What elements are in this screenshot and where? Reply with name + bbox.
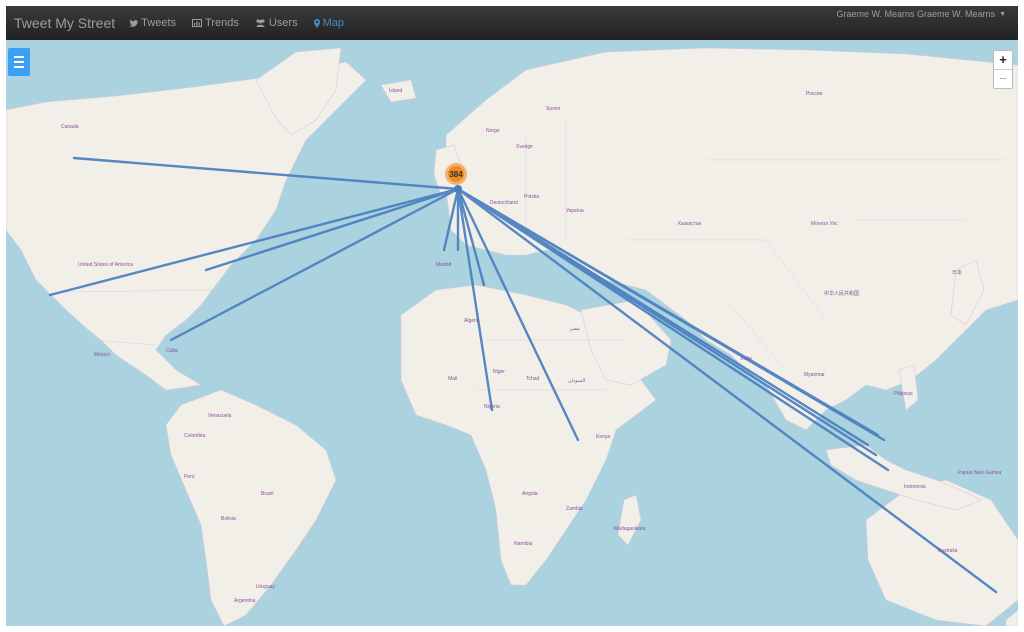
nav-item-users[interactable]: Users (255, 17, 298, 29)
map-label: Deutschland (490, 200, 518, 206)
london-marker (454, 185, 462, 193)
map-label: Canada (61, 124, 79, 130)
map-label: Indonesia (904, 484, 926, 490)
layers-menu-button[interactable] (8, 48, 30, 76)
map-label: Suomi (546, 106, 560, 112)
map-label: Venezuela (208, 413, 232, 419)
map-label: Pilipinas (894, 391, 913, 397)
nav-item-trends[interactable]: Trends (192, 17, 239, 29)
map-label: México (94, 352, 110, 358)
zoom-out-button[interactable]: − (994, 69, 1012, 88)
map-label: Mali (448, 376, 457, 382)
map-label: Tchad (526, 376, 540, 382)
map-label: India (741, 356, 752, 362)
caret-down-icon: ▼ (999, 10, 1006, 18)
tweet-cluster-marker[interactable]: 384 (445, 163, 467, 185)
map-label: Монгол Улс (811, 221, 838, 227)
zoom-in-button[interactable]: + (994, 51, 1012, 69)
map-label: Perú (184, 474, 195, 480)
twitter-icon (129, 19, 139, 27)
map-label: Казахстан (678, 221, 702, 227)
chart-icon (192, 19, 203, 27)
map-label: Myanmar (804, 372, 825, 378)
map-label: Algérie (464, 318, 480, 324)
map-label: Norge (486, 128, 500, 134)
map-label: Bolivia (221, 516, 236, 522)
user-menu[interactable]: Graeme W. Mearns Graeme W. Mearns ▼ (837, 9, 1006, 19)
map-label: مصر (569, 326, 580, 332)
map-marker-icon (313, 18, 320, 28)
nav-label-users: Users (268, 17, 298, 29)
map-label: 中华人民共和国 (824, 290, 859, 297)
map-canvas: Canada United States of America México C… (6, 40, 1018, 626)
nav-item-map[interactable]: Map (313, 17, 344, 29)
map-label: Ísland (389, 87, 403, 94)
map-label: Colombia (184, 433, 205, 439)
map-label: Україна (566, 208, 584, 214)
map-label: 日本 (952, 269, 962, 276)
map-label: Brasil (261, 491, 274, 497)
brand-link[interactable]: Tweet My Street (14, 15, 115, 31)
zoom-control: + − (993, 50, 1013, 89)
world-map[interactable]: Canada United States of America México C… (6, 40, 1018, 626)
nav-label-map: Map (322, 17, 344, 29)
map-label: Polska (524, 194, 539, 200)
map-label: Namibia (514, 541, 533, 547)
menu-bar-icon (14, 66, 24, 68)
map-label: السودان (568, 378, 585, 384)
nav-label-tweets: Tweets (141, 17, 177, 29)
map-label: Zambia (566, 506, 583, 512)
menu-bar-icon (14, 56, 24, 58)
map-label: Россия (806, 91, 823, 97)
map-label: Sverige (516, 144, 533, 150)
browser-frame: Tweet My Street Tweets Trends Users Map … (6, 6, 1018, 626)
nav-item-tweets[interactable]: Tweets (129, 17, 176, 29)
user-name: Graeme W. Mearns Graeme W. Mearns (836, 9, 996, 19)
map-label: Angola (522, 491, 538, 497)
map-label: Cuba (166, 348, 178, 354)
map-label: Australia (938, 548, 958, 554)
users-icon (256, 19, 265, 27)
map-label: Papua New Guinea (958, 470, 1002, 476)
map-label: Nigeria (484, 404, 500, 410)
cluster-count: 384 (448, 166, 464, 182)
map-label: Madagasikara (614, 526, 646, 532)
nav-label-trends: Trends (205, 17, 239, 29)
map-label: Uruguay (256, 584, 275, 590)
navbar: Tweet My Street Tweets Trends Users Map … (6, 6, 1018, 40)
map-label: Kenya (596, 434, 610, 440)
map-label: Niger (493, 369, 505, 375)
map-label: United States of America (78, 262, 133, 268)
menu-bar-icon (14, 61, 24, 63)
map-label: Madrid (436, 262, 452, 268)
map-label: Argentina (234, 598, 256, 604)
